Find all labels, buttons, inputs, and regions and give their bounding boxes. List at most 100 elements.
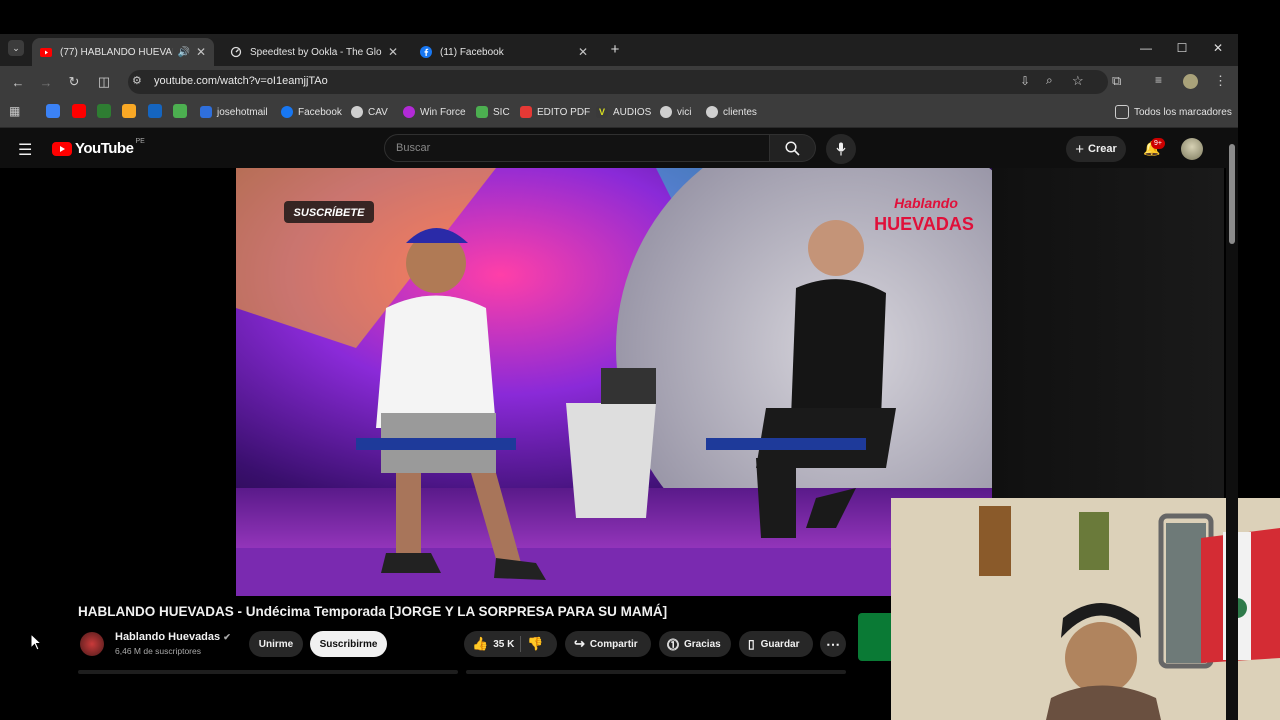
channel-avatar[interactable] bbox=[80, 632, 104, 656]
edge-bookmark-icon[interactable] bbox=[148, 104, 162, 118]
save-label: Guardar bbox=[760, 638, 800, 650]
folder-icon bbox=[1115, 105, 1129, 119]
create-button[interactable]: + Crear bbox=[1066, 136, 1126, 162]
site-info-icon[interactable]: ⚙ bbox=[132, 74, 146, 90]
more-dots-icon: ⋯ bbox=[826, 635, 840, 652]
minimize-icon[interactable]: — bbox=[1128, 34, 1164, 62]
share-button[interactable]: ↪ Compartir bbox=[565, 631, 651, 657]
bookmark-josehotmail[interactable]: josehotmail bbox=[200, 104, 268, 120]
all-bookmarks-folder[interactable]: Todos los marcadores bbox=[1115, 104, 1232, 120]
reload-icon[interactable]: ↻ bbox=[60, 66, 88, 98]
tab-search-chevron-icon[interactable]: ⌄ bbox=[8, 40, 24, 56]
country-code: PE bbox=[135, 138, 145, 145]
video-frame-image: SUSCRÍBETE Hablando HUEVADAS bbox=[236, 168, 992, 596]
thumbs-up-icon[interactable]: 👍 bbox=[472, 636, 488, 652]
outlook-icon bbox=[200, 106, 212, 118]
search-input[interactable]: Buscar bbox=[384, 134, 770, 162]
youtube-logo[interactable]: YouTube PE bbox=[52, 138, 145, 157]
plus-icon: + bbox=[1075, 140, 1084, 158]
video-player[interactable]: SUSCRÍBETE Hablando HUEVADAS bbox=[236, 168, 992, 596]
media-controls-icon[interactable]: ≡ bbox=[1155, 73, 1162, 87]
bookmark-label: vici bbox=[677, 106, 692, 118]
subscribe-label: Suscribirme bbox=[319, 638, 378, 650]
close-window-icon[interactable]: ✕ bbox=[1200, 34, 1236, 62]
url-text[interactable]: youtube.com/watch?v=oI1eamjjTAo bbox=[154, 75, 328, 87]
microphone-icon bbox=[836, 142, 846, 156]
check-bookmark-icon[interactable] bbox=[173, 104, 187, 118]
youtube-logo-text: YouTube bbox=[75, 140, 134, 157]
tab-youtube[interactable]: (77) HABLANDO HUEVADA 🔊 ✕ bbox=[32, 38, 214, 66]
globe-icon bbox=[351, 106, 363, 118]
close-tab-icon[interactable]: ✕ bbox=[196, 45, 206, 59]
maps-bookmark-icon[interactable] bbox=[97, 104, 111, 118]
tab-title: Speedtest by Ookla - The Global bbox=[250, 46, 382, 58]
thanks-label: Gracias bbox=[684, 638, 721, 650]
screen-top-band bbox=[0, 0, 1280, 34]
back-arrow-icon[interactable]: ← bbox=[4, 66, 32, 98]
webcam-overlay bbox=[891, 498, 1280, 720]
bookmark-label: Facebook bbox=[298, 106, 342, 118]
hamburger-menu-icon[interactable]: ☰ bbox=[18, 140, 32, 160]
scrollbar-thumb[interactable] bbox=[1229, 144, 1235, 244]
verified-check-icon: ✔ bbox=[223, 632, 231, 642]
join-label: Unirme bbox=[258, 638, 294, 650]
green-panel-edge bbox=[858, 613, 891, 661]
speaker-icon[interactable]: 🔊 bbox=[177, 47, 189, 58]
photos-bookmark-icon[interactable] bbox=[122, 104, 136, 118]
save-button[interactable]: ▯ Guardar bbox=[739, 631, 813, 657]
youtube-favicon-icon bbox=[40, 47, 52, 57]
bookmark-star-icon[interactable]: ☆ bbox=[1072, 73, 1084, 89]
tab-title: (11) Facebook bbox=[440, 46, 504, 58]
new-tab-plus-icon[interactable]: + bbox=[606, 40, 624, 58]
bookmark-clientes[interactable]: clientes bbox=[706, 104, 757, 120]
side-panel-icon[interactable]: ◫ bbox=[90, 66, 118, 98]
share-label: Compartir bbox=[589, 638, 638, 650]
thumbs-down-icon[interactable]: 👎 bbox=[527, 636, 543, 652]
close-tab-icon[interactable]: ✕ bbox=[578, 45, 588, 59]
notification-count-badge: 9+ bbox=[1151, 138, 1165, 149]
video-title: HABLANDO HUEVADAS - Undécima Temporada [… bbox=[78, 604, 668, 619]
forward-arrow-icon[interactable]: → bbox=[32, 66, 60, 98]
gmail-bookmark-icon[interactable] bbox=[46, 104, 60, 118]
pdf-icon bbox=[520, 106, 532, 118]
tab-facebook[interactable]: (11) Facebook ✕ bbox=[412, 38, 596, 66]
zoom-icon[interactable]: ⌕ bbox=[1046, 73, 1053, 88]
subscribe-button[interactable]: Suscribirme bbox=[310, 631, 387, 657]
menu-kebab-icon[interactable]: ⋮ bbox=[1214, 73, 1227, 89]
bookmark-label: CAV bbox=[368, 106, 388, 118]
show-logo-line1: Hablando bbox=[894, 195, 958, 211]
facebook-favicon-icon bbox=[420, 46, 432, 58]
save-bookmark-icon: ▯ bbox=[748, 637, 755, 651]
bookmark-cav[interactable]: CAV bbox=[351, 104, 388, 120]
more-actions-button[interactable]: ⋯ bbox=[820, 631, 846, 657]
bookmark-label: EDITO PDF bbox=[537, 106, 591, 118]
thanks-button[interactable]: ⓵ Gracias bbox=[659, 631, 731, 657]
maximize-icon[interactable]: ☐ bbox=[1164, 34, 1200, 62]
bookmark-label: josehotmail bbox=[217, 106, 268, 118]
subscriber-count: 6,46 M de suscriptores bbox=[115, 646, 201, 656]
channel-name-text: Hablando Huevadas bbox=[115, 631, 221, 643]
like-count[interactable]: 35 K bbox=[493, 639, 514, 650]
bookmark-sic[interactable]: SIC bbox=[476, 104, 510, 120]
close-tab-icon[interactable]: ✕ bbox=[388, 45, 398, 59]
search-placeholder: Buscar bbox=[396, 142, 431, 154]
profile-avatar[interactable] bbox=[1183, 74, 1198, 89]
install-app-icon[interactable]: ⇩ bbox=[1020, 74, 1030, 88]
bookmark-label: SIC bbox=[493, 106, 510, 118]
bookmark-facebook[interactable]: Facebook bbox=[281, 104, 342, 120]
youtube-bookmark-icon[interactable] bbox=[72, 104, 86, 118]
join-button[interactable]: Unirme bbox=[249, 631, 303, 657]
voice-search-button[interactable] bbox=[826, 134, 856, 164]
bookmark-vici[interactable]: vici bbox=[660, 104, 691, 120]
channel-name[interactable]: Hablando Huevadas ✔ bbox=[115, 631, 231, 643]
bookmark-audios[interactable]: V AUDIOS bbox=[596, 104, 651, 120]
bookmark-label: AUDIOS bbox=[613, 106, 652, 118]
bookmark-label: Win Force bbox=[420, 106, 466, 118]
extensions-icon[interactable]: ⧉ bbox=[1112, 73, 1121, 89]
tab-speedtest[interactable]: Speedtest by Ookla - The Global ✕ bbox=[222, 38, 406, 66]
apps-grid-icon[interactable]: ▦ bbox=[9, 104, 20, 118]
search-button[interactable] bbox=[770, 134, 816, 162]
account-avatar[interactable] bbox=[1181, 138, 1203, 160]
bookmark-win-force[interactable]: Win Force bbox=[403, 104, 466, 120]
bookmark-edito-pdf[interactable]: EDITO PDF bbox=[520, 104, 590, 120]
